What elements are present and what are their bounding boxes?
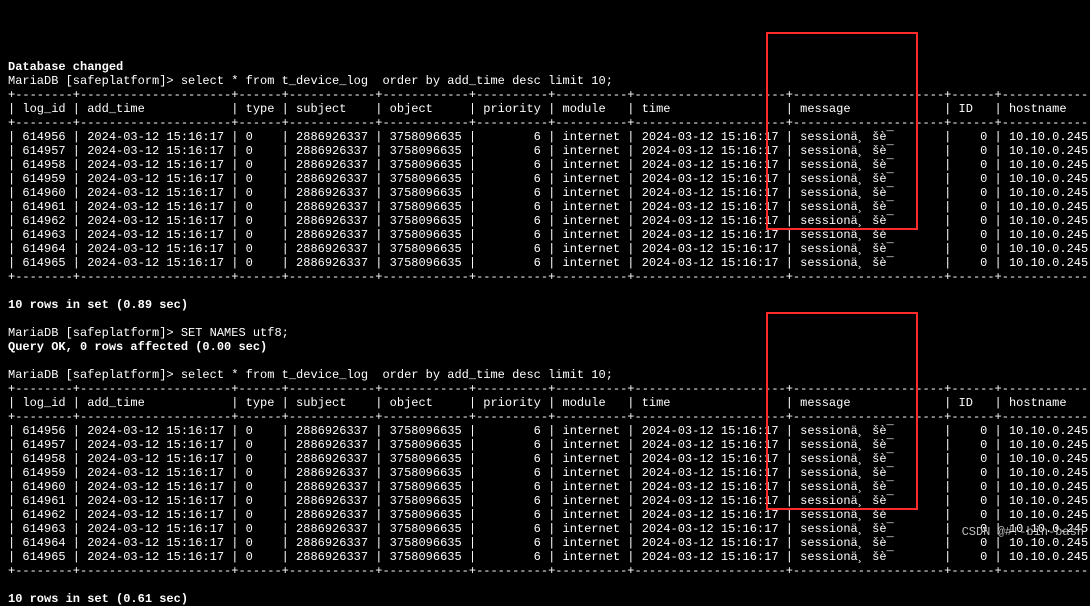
- table2-header: | log_id | add_time | type | subject | o…: [8, 396, 1090, 410]
- table1-header: | log_id | add_time | type | subject | o…: [8, 102, 1090, 116]
- prompt-line-1[interactable]: MariaDB [safeplatform]> select * from t_…: [8, 74, 613, 88]
- prompt-line-2[interactable]: MariaDB [safeplatform]> SET NAMES utf8;: [8, 326, 289, 340]
- set-names-result: Query OK, 0 rows affected (0.00 sec): [8, 340, 267, 354]
- rows-in-set-1: 10 rows in set (0.89 sec): [8, 298, 188, 312]
- prompt-line-3[interactable]: MariaDB [safeplatform]> select * from t_…: [8, 368, 613, 382]
- table1-border-top: +--------+---------------------+------+-…: [8, 88, 1090, 102]
- table1-border-mid: +--------+---------------------+------+-…: [8, 116, 1090, 130]
- table2-border-bottom: +--------+---------------------+------+-…: [8, 564, 1090, 578]
- status-message: Database changed: [8, 60, 123, 74]
- table2-rows: | 614956 | 2024-03-12 15:16:17 | 0 | 288…: [8, 424, 1090, 564]
- table2-border-top: +--------+---------------------+------+-…: [8, 382, 1090, 396]
- rows-in-set-2: 10 rows in set (0.61 sec): [8, 592, 188, 606]
- table1-border-bottom: +--------+---------------------+------+-…: [8, 270, 1090, 284]
- watermark: CSDN @#!-bin-bash: [962, 525, 1084, 539]
- table2-border-mid: +--------+---------------------+------+-…: [8, 410, 1090, 424]
- table1-rows: | 614956 | 2024-03-12 15:16:17 | 0 | 288…: [8, 130, 1090, 270]
